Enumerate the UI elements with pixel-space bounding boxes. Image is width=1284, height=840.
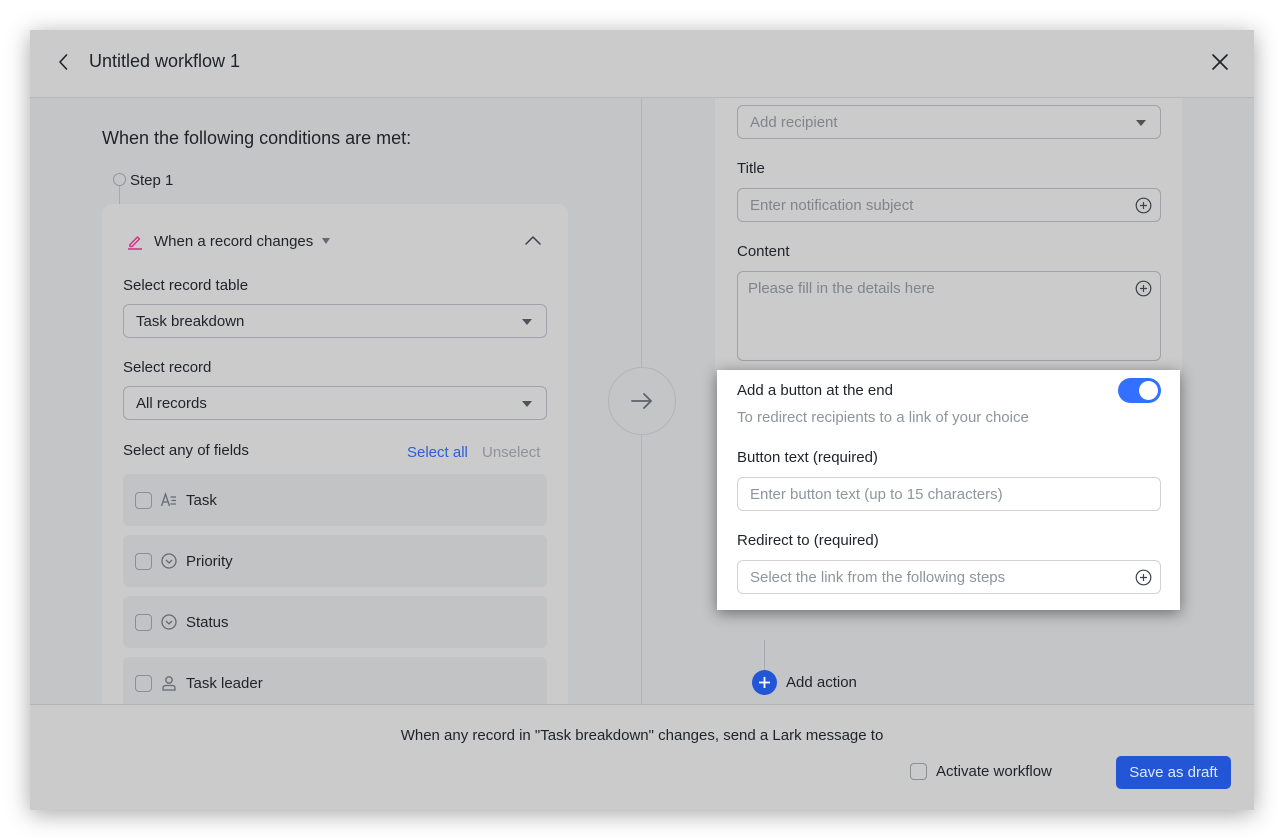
close-icon [1212, 54, 1228, 70]
person-icon [160, 674, 178, 692]
field-name: Task leader [186, 674, 263, 692]
page-title: Untitled workflow 1 [89, 51, 241, 71]
conditions-heading: When the following conditions are met: [102, 128, 412, 148]
redirect-label: Redirect to (required) [737, 532, 879, 549]
caret-down-icon [522, 401, 532, 407]
close-button[interactable] [1208, 50, 1232, 74]
caret-down-icon [1136, 120, 1146, 126]
add-action-button[interactable]: Add action [752, 670, 857, 695]
field-checkbox[interactable] [135, 613, 152, 631]
button-text-placeholder: Enter button text (up to 15 characters) [750, 485, 1003, 503]
chevron-up-icon [525, 236, 541, 245]
insert-link-button[interactable] [1135, 569, 1152, 586]
field-name: Priority [186, 552, 233, 570]
plus-circle-icon [1135, 280, 1152, 297]
field-item[interactable]: Status [123, 596, 547, 648]
title-label: Title [737, 160, 765, 177]
add-action-label: Add action [786, 674, 857, 691]
button-text-label: Button text (required) [737, 449, 878, 466]
single-select-icon [160, 552, 178, 570]
content-label: Content [737, 243, 790, 260]
modal-footer: When any record in "Task breakdown" chan… [30, 704, 1254, 810]
recipient-select[interactable]: Add recipient [737, 105, 1161, 139]
record-table-value: Task breakdown [136, 312, 245, 330]
field-name: Task [186, 491, 217, 509]
step-indicator [113, 173, 126, 186]
record-select[interactable]: All records [123, 386, 547, 420]
trigger-type-label: When a record changes [154, 232, 314, 250]
trigger-card: When a record changes Select record tabl… [102, 204, 568, 704]
redirect-input[interactable]: Select the link from the following steps [737, 560, 1161, 594]
workflow-summary: When any record in "Task breakdown" chan… [400, 727, 884, 744]
fields-label: Select any of fields [123, 442, 249, 459]
insert-field-button[interactable] [1135, 197, 1152, 214]
activate-workflow-toggle[interactable]: Activate workflow [910, 763, 1052, 780]
button-section-title: Add a button at the end [737, 382, 893, 399]
button-settings-panel: Add a button at the end To redirect reci… [717, 370, 1180, 610]
back-button[interactable] [52, 50, 76, 74]
add-button-toggle[interactable] [1118, 378, 1161, 403]
select-all-link[interactable]: Select all [407, 444, 468, 461]
action-connector [764, 640, 765, 670]
text-field-icon [160, 491, 178, 509]
activate-label: Activate workflow [936, 763, 1052, 780]
modal-header: Untitled workflow 1 [30, 30, 1254, 98]
unselect-link[interactable]: Unselect [482, 444, 540, 461]
caret-down-icon [322, 238, 331, 244]
activate-checkbox[interactable] [910, 763, 927, 780]
field-name: Status [186, 613, 229, 631]
step-label: Step 1 [130, 172, 174, 189]
plus-icon [752, 670, 777, 695]
step-connector [119, 186, 120, 204]
content-placeholder: Please fill in the details here [748, 280, 935, 297]
field-item[interactable]: Task [123, 474, 547, 526]
button-section-subtitle: To redirect recipients to a link of your… [737, 409, 1029, 426]
field-item[interactable]: Task leader [123, 657, 547, 704]
save-draft-button[interactable]: Save as draft [1116, 756, 1231, 789]
trigger-type-selector[interactable]: When a record changes [126, 230, 331, 252]
title-input[interactable]: Enter notification subject [737, 188, 1161, 222]
toggle-knob [1139, 381, 1158, 400]
recipient-placeholder: Add recipient [750, 113, 838, 131]
collapse-button[interactable] [522, 230, 544, 252]
field-item[interactable]: Priority [123, 535, 547, 587]
field-checkbox[interactable] [135, 674, 152, 692]
record-table-label: Select record table [123, 277, 249, 294]
flow-arrow [608, 367, 676, 435]
chevron-left-icon [59, 54, 68, 70]
title-placeholder: Enter notification subject [750, 196, 914, 214]
redirect-placeholder: Select the link from the following steps [750, 568, 1006, 586]
caret-down-icon [522, 319, 532, 325]
field-checkbox[interactable] [135, 552, 152, 570]
button-text-input[interactable]: Enter button text (up to 15 characters) [737, 477, 1161, 511]
pencil-icon [128, 236, 142, 250]
field-checkbox[interactable] [135, 491, 152, 509]
trigger-pane: When the following conditions are met: S… [30, 98, 642, 704]
record-value: All records [136, 394, 207, 412]
plus-circle-icon [1135, 197, 1152, 214]
content-textarea[interactable]: Please fill in the details here [737, 271, 1161, 361]
arrow-right-icon [631, 393, 652, 409]
action-card: Add recipient Title Enter notification s… [715, 98, 1182, 378]
single-select-icon [160, 613, 178, 631]
insert-field-button[interactable] [1135, 280, 1152, 297]
record-table-select[interactable]: Task breakdown [123, 304, 547, 338]
plus-circle-icon [1135, 569, 1152, 586]
record-label: Select record [123, 359, 212, 376]
